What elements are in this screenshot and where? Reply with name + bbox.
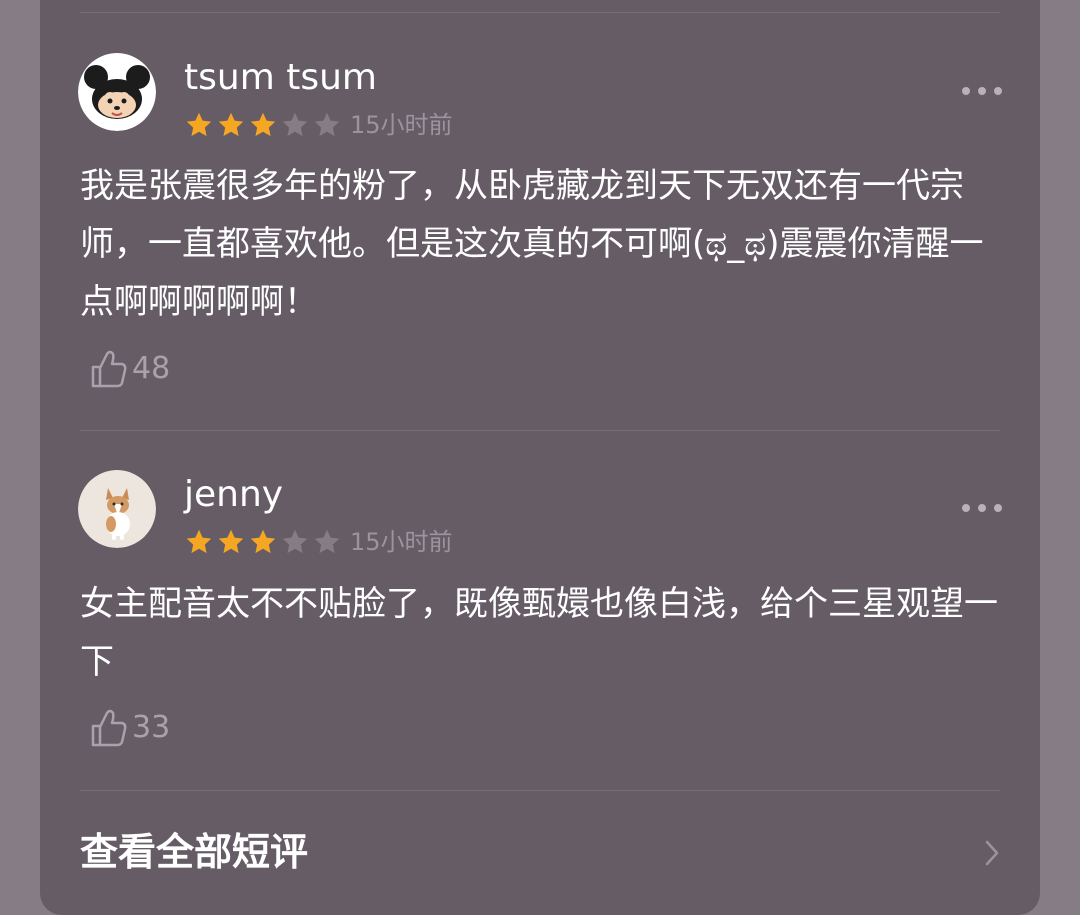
- more-options-button[interactable]: [960, 81, 1004, 101]
- chevron-right-icon: [985, 840, 999, 866]
- more-dots-icon: [962, 87, 970, 95]
- star-filled-icon: [186, 529, 212, 554]
- more-dots-icon: [962, 504, 970, 512]
- more-dots-icon: [978, 504, 986, 512]
- more-dots-icon: [994, 87, 1002, 95]
- tsum-tsum-mickey-avatar-icon: [78, 53, 156, 131]
- star-empty-icon: [314, 529, 340, 554]
- username[interactable]: tsum tsum: [184, 56, 377, 100]
- more-options-button[interactable]: [960, 498, 1004, 518]
- more-dots-icon: [994, 504, 1002, 512]
- like-count: 48: [132, 351, 171, 386]
- review-content: 女主配音太不不贴脸了，既像甄嬛也像白浅，给个三星观望一下: [80, 584, 998, 682]
- avatar[interactable]: [78, 470, 156, 548]
- star-rating: [185, 111, 341, 139]
- star-empty-icon: [314, 112, 340, 137]
- like-button[interactable]: 33: [90, 706, 170, 750]
- star-filled-icon: [250, 112, 276, 137]
- thumbs-up-icon: [91, 350, 127, 388]
- like-button[interactable]: 48: [90, 347, 170, 391]
- corgi-avatar-icon: [78, 470, 156, 548]
- star-empty-icon: [282, 529, 308, 554]
- view-all-reviews-link[interactable]: 查看全部短评: [40, 792, 1040, 915]
- view-all-label: 查看全部短评: [80, 830, 309, 874]
- star-filled-icon: [218, 112, 244, 137]
- review-content: 我是张震很多年的粉了，从卧虎藏龙到天下无双还有一代宗师，一直都喜欢他。但是这次真…: [80, 166, 984, 322]
- avatar[interactable]: [78, 53, 156, 131]
- star-empty-icon: [282, 112, 308, 137]
- timestamp: 15小时前: [350, 528, 453, 556]
- reviews-card: tsum tsum 15小时前 我是张震很多年的粉了，从卧虎藏龙到天下无双还有一…: [40, 0, 1040, 915]
- star-rating: [185, 528, 341, 556]
- star-filled-icon: [186, 112, 212, 137]
- star-filled-icon: [250, 529, 276, 554]
- timestamp: 15小时前: [350, 111, 453, 139]
- like-count: 33: [132, 710, 171, 745]
- star-filled-icon: [218, 529, 244, 554]
- footer-divider: [80, 790, 1000, 791]
- review-divider: [80, 430, 1000, 431]
- thumbs-up-icon: [91, 709, 127, 747]
- more-dots-icon: [978, 87, 986, 95]
- username[interactable]: jenny: [184, 473, 283, 517]
- top-divider: [80, 12, 1000, 13]
